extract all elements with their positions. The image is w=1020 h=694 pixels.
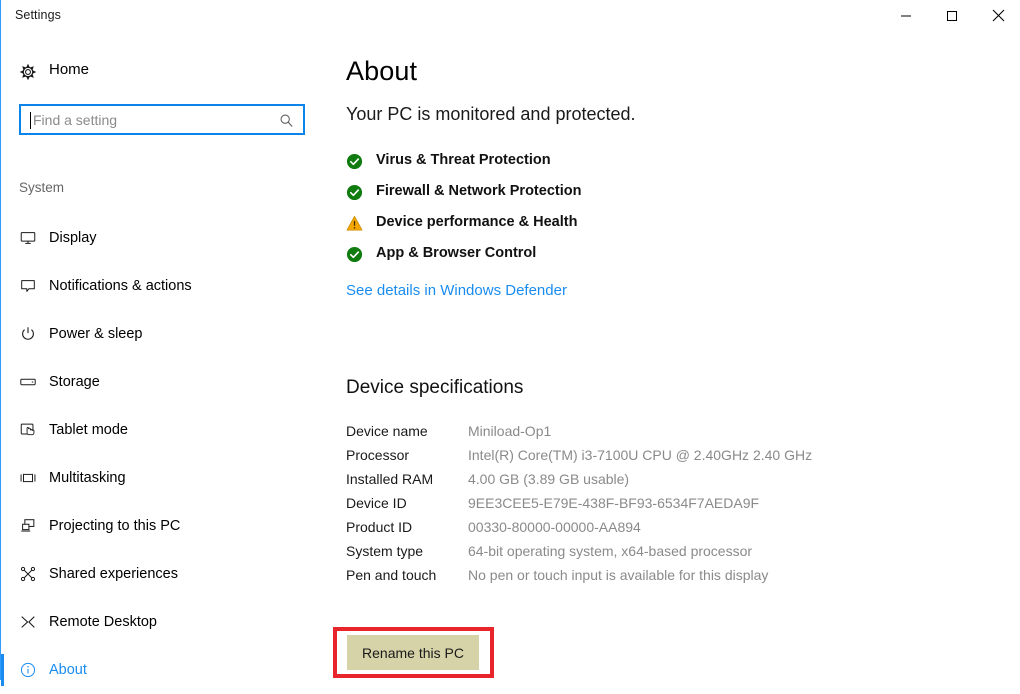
spec-label: Device name: [346, 423, 428, 439]
status-row: Virus & Threat Protection: [346, 147, 846, 178]
gear-icon: [19, 63, 37, 81]
status-label: App & Browser Control: [376, 245, 537, 261]
sidebar-item-label: Multitasking: [49, 470, 126, 486]
title-bar: Settings: [1, 0, 1020, 32]
device-specifications-heading: Device specifications: [346, 377, 524, 398]
sidebar-section-label: System: [19, 180, 65, 195]
selection-accent-bar: [1, 462, 4, 494]
device-specifications-table: Device name Miniload-Op1 Processor Intel…: [346, 422, 816, 590]
spec-value: 9EE3CEE5-E79E-438F-BF93-6534F7AEDA9F: [468, 495, 760, 511]
tablet-hand-icon: [19, 421, 37, 439]
status-row: Firewall & Network Protection: [346, 178, 846, 209]
warning-triangle-icon: [346, 215, 363, 232]
spec-value: 00330-80000-00000-AA894: [468, 519, 641, 535]
main-content: About Your PC is monitored and protected…: [331, 32, 1020, 680]
spec-value: 64-bit operating system, x64-based proce…: [468, 543, 753, 559]
protection-subtitle: Your PC is monitored and protected.: [346, 104, 636, 124]
sidebar-item-shared-experiences[interactable]: Shared experiences: [1, 550, 331, 598]
security-status-list: Virus & Threat Protection Firewall & Net…: [346, 147, 846, 271]
sidebar-item-label: Notifications & actions: [49, 278, 192, 294]
green-check-icon: [346, 153, 363, 170]
sidebar-item-label: Remote Desktop: [49, 614, 157, 630]
sidebar-item-tablet-mode[interactable]: Tablet mode: [1, 406, 331, 454]
sidebar-item-multitasking[interactable]: Multitasking: [1, 454, 331, 502]
spec-label: Installed RAM: [346, 471, 434, 487]
status-label: Firewall & Network Protection: [376, 183, 582, 199]
sidebar-item-label: Storage: [49, 374, 100, 390]
sidebar-item-label: Display: [49, 230, 97, 246]
sidebar-item-home[interactable]: Home: [1, 57, 331, 87]
spec-row: Installed RAM 4.00 GB (3.89 GB usable): [346, 470, 816, 488]
spec-value: 4.00 GB (3.89 GB usable): [468, 471, 630, 487]
sidebar-item-label: Shared experiences: [49, 566, 178, 582]
sidebar-item-remote-desktop[interactable]: Remote Desktop: [1, 598, 331, 646]
minimize-button[interactable]: [883, 0, 929, 31]
selection-accent-bar: [1, 366, 4, 398]
status-label: Device performance & Health: [376, 214, 578, 230]
close-button[interactable]: [975, 0, 1020, 31]
sidebar-item-storage[interactable]: Storage: [1, 358, 331, 406]
window-controls: [883, 0, 1020, 31]
sidebar-item-projecting-to-this-pc[interactable]: Projecting to this PC: [1, 502, 331, 550]
sidebar-home-label: Home: [49, 61, 90, 78]
sidebar: Home Find a setting System Display Notif…: [1, 32, 331, 686]
sidebar-item-label: Tablet mode: [49, 422, 128, 438]
spec-row: Pen and touch No pen or touch input is a…: [346, 566, 816, 584]
search-icon[interactable]: [279, 113, 294, 128]
spec-label: Product ID: [346, 519, 413, 535]
projecting-icon: [19, 517, 37, 535]
sidebar-item-notifications-actions[interactable]: Notifications & actions: [1, 262, 331, 310]
green-check-icon: [346, 184, 363, 201]
status-row: App & Browser Control: [346, 240, 846, 271]
remote-desktop-icon: [19, 613, 37, 631]
storage-drive-icon: [19, 373, 37, 391]
window-title: Settings: [15, 8, 61, 22]
search-placeholder: Find a setting: [33, 112, 118, 128]
page-title: About: [346, 56, 418, 86]
selection-accent-bar: [1, 318, 4, 350]
spec-value: Intel(R) Core(TM) i3-7100U CPU @ 2.40GHz…: [468, 447, 813, 463]
green-check-icon: [346, 246, 363, 263]
selection-accent-bar: [1, 558, 4, 590]
monitor-icon: [19, 229, 37, 247]
status-label: Virus & Threat Protection: [376, 152, 551, 168]
sidebar-item-display[interactable]: Display: [1, 214, 331, 262]
search-input[interactable]: Find a setting: [19, 104, 305, 135]
selection-accent-bar: [1, 222, 4, 254]
spec-value: No pen or touch input is available for t…: [468, 567, 769, 583]
sidebar-item-about[interactable]: About: [1, 646, 331, 694]
selection-accent-bar: [1, 270, 4, 302]
sidebar-nav-list: Display Notifications & actions Power & …: [1, 214, 331, 694]
spec-value: Miniload-Op1: [468, 423, 552, 439]
selection-accent-bar: [1, 606, 4, 638]
notification-bubble-icon: [19, 277, 37, 295]
sidebar-item-label: About: [49, 662, 87, 678]
sidebar-item-label: Power & sleep: [49, 326, 143, 342]
settings-window: Settings Home Find a setting System Disp…: [0, 0, 1020, 686]
spec-row: Device name Miniload-Op1: [346, 422, 816, 440]
spec-row: Processor Intel(R) Core(TM) i3-7100U CPU…: [346, 446, 816, 464]
selection-accent-bar: [1, 510, 4, 542]
status-row: Device performance & Health: [346, 209, 846, 240]
spec-label: Pen and touch: [346, 567, 437, 583]
selection-accent-bar: [1, 414, 4, 446]
maximize-button[interactable]: [929, 0, 975, 31]
spec-label: Processor: [346, 447, 410, 463]
windows-defender-link[interactable]: See details in Windows Defender: [346, 282, 567, 299]
selection-accent-bar: [1, 654, 4, 686]
rename-this-pc-button[interactable]: Rename this PC: [347, 635, 479, 670]
spec-row: Product ID 00330-80000-00000-AA894: [346, 518, 816, 536]
sidebar-item-label: Projecting to this PC: [49, 518, 181, 534]
sidebar-item-power-sleep[interactable]: Power & sleep: [1, 310, 331, 358]
info-circle-icon: [19, 661, 37, 679]
spec-label: Device ID: [346, 495, 407, 511]
text-caret: [30, 112, 31, 129]
shared-experiences-icon: [19, 565, 37, 583]
multitasking-icon: [19, 469, 37, 487]
spec-row: Device ID 9EE3CEE5-E79E-438F-BF93-6534F7…: [346, 494, 816, 512]
power-icon: [19, 325, 37, 343]
spec-label: System type: [346, 543, 424, 559]
spec-row: System type 64-bit operating system, x64…: [346, 542, 816, 560]
